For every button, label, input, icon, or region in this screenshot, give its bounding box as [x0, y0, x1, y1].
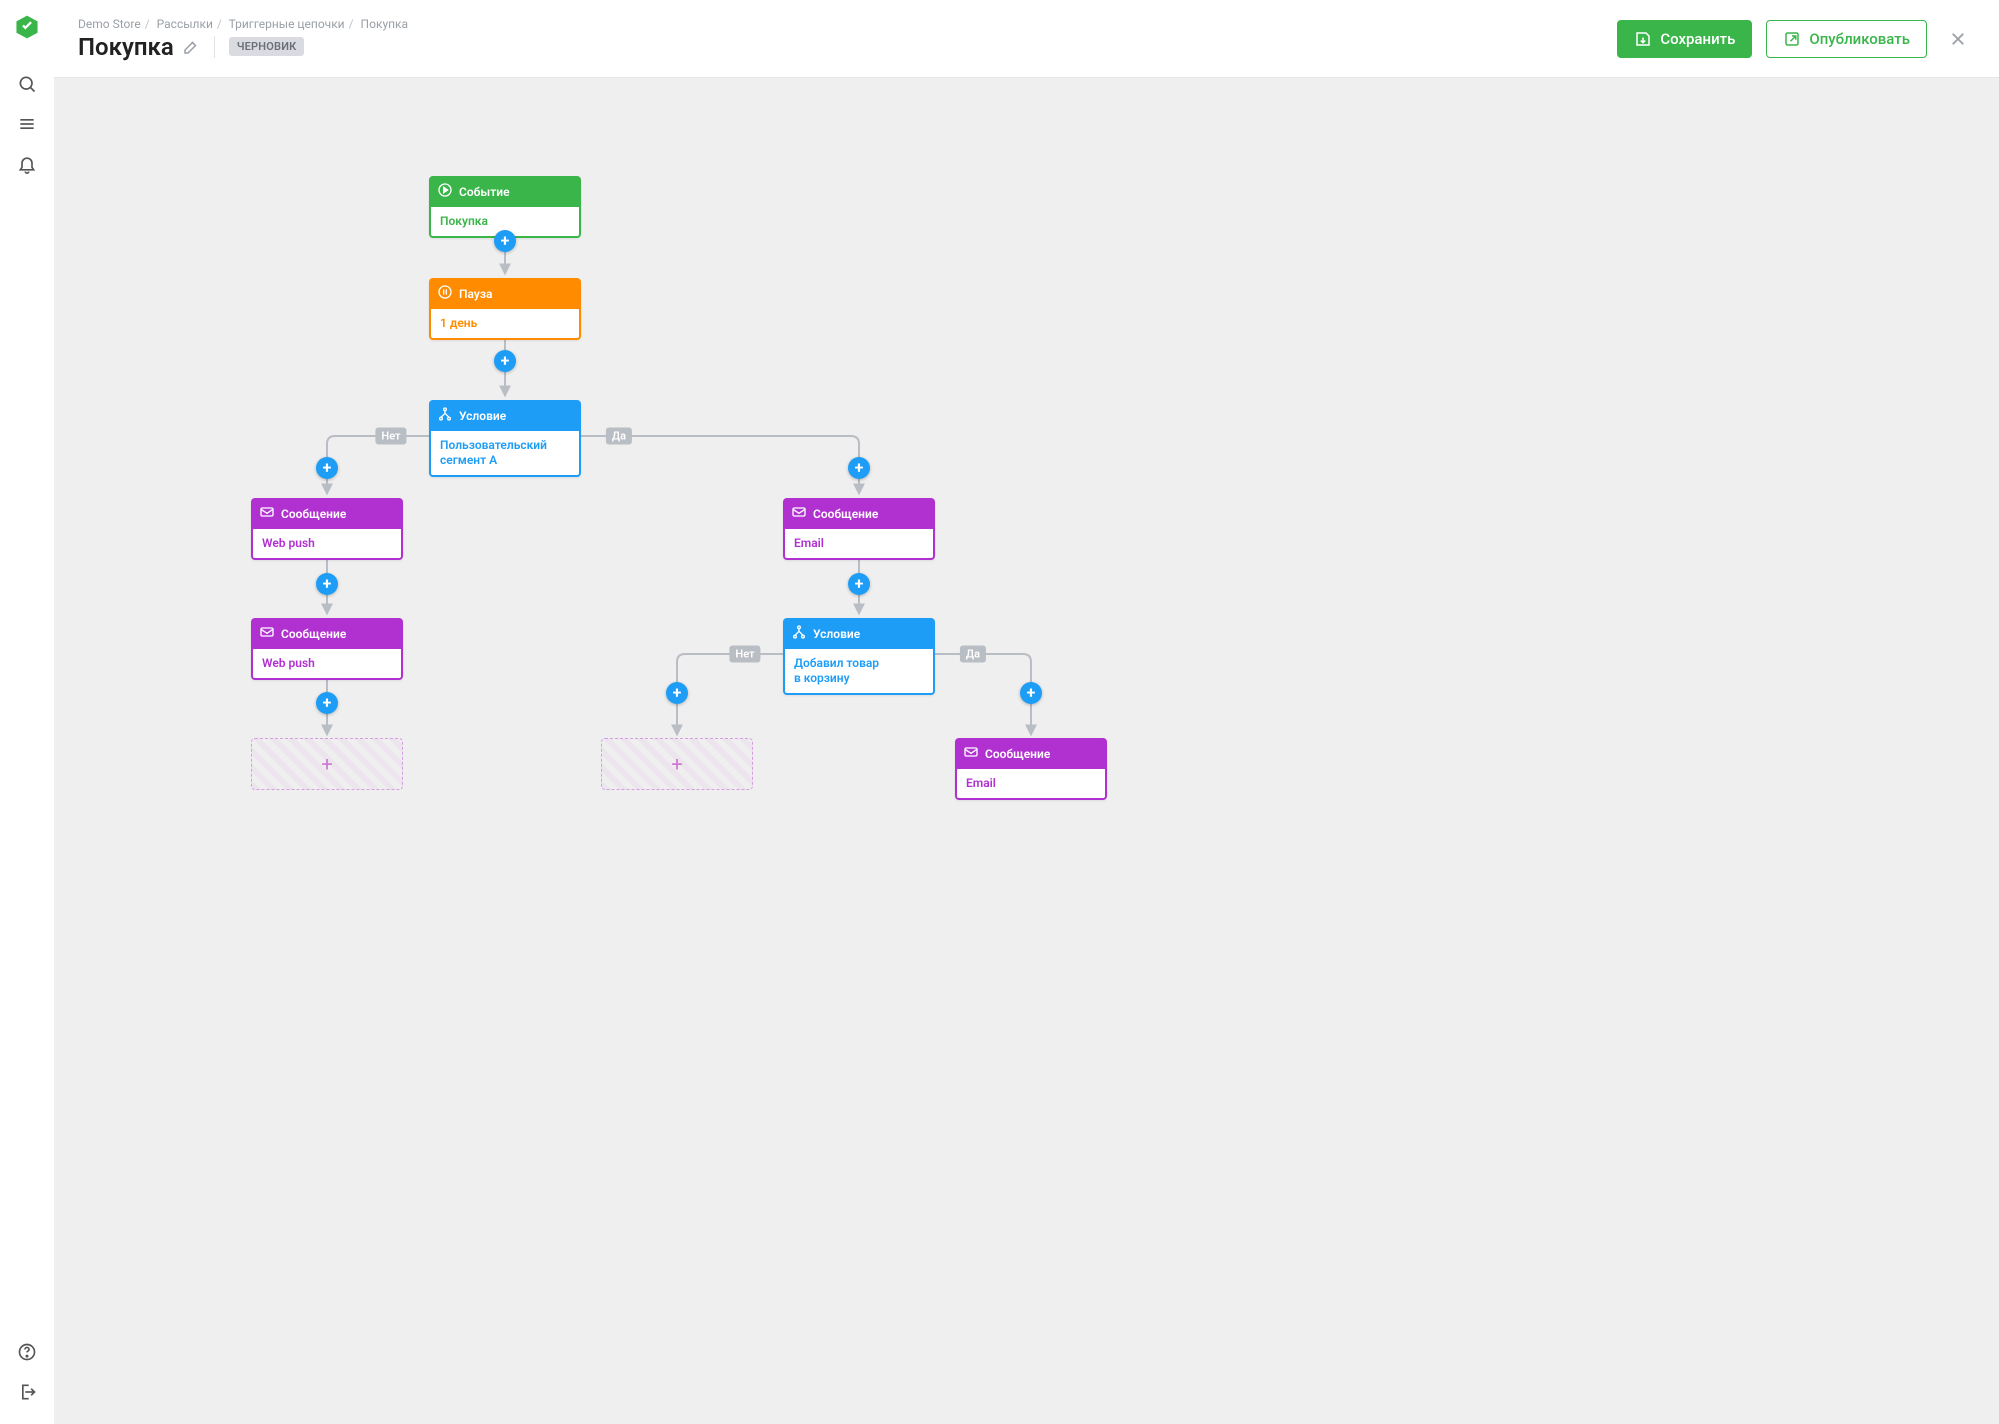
bell-icon[interactable]	[9, 146, 45, 182]
node-body-label: 1 день	[429, 309, 581, 340]
add-node-button[interactable]: +	[316, 457, 338, 479]
node-condition[interactable]: Условие Добавил товар в корзину	[783, 618, 935, 695]
branch-label-yes: Да	[960, 646, 986, 663]
breadcrumb-item: Покупка	[361, 17, 409, 31]
mail-icon	[791, 504, 807, 523]
publish-button[interactable]: Опубликовать	[1766, 20, 1927, 58]
add-node-button[interactable]: +	[848, 573, 870, 595]
add-node-button[interactable]: +	[316, 573, 338, 595]
left-rail	[0, 0, 54, 1424]
breadcrumb: Demo Store/ Рассылки/ Триггерные цепочки…	[78, 17, 1617, 31]
drop-slot[interactable]: +	[601, 738, 753, 790]
pause-icon	[437, 284, 453, 303]
menu-icon[interactable]	[9, 106, 45, 142]
node-body-label: Email	[783, 529, 935, 560]
app-logo[interactable]	[14, 14, 40, 40]
publish-button-label: Опубликовать	[1809, 30, 1910, 48]
node-body-label: Web push	[251, 649, 403, 680]
drop-slot[interactable]: +	[251, 738, 403, 790]
node-message[interactable]: Сообщение Web push	[251, 618, 403, 680]
mail-icon	[963, 744, 979, 763]
help-icon[interactable]	[9, 1334, 45, 1370]
node-head-label: Сообщение	[813, 507, 878, 521]
workflow-canvas[interactable]: Нет Да Нет Да Событие Покупка Пауза 1 де…	[54, 78, 1999, 1424]
node-message[interactable]: Сообщение Web push	[251, 498, 403, 560]
node-body-label: Пользовательский сегмент A	[429, 431, 581, 477]
node-message[interactable]: Сообщение Email	[955, 738, 1107, 800]
mail-icon	[259, 624, 275, 643]
node-body-label: Web push	[251, 529, 403, 560]
add-node-button[interactable]: +	[1020, 682, 1042, 704]
node-head-label: Сообщение	[281, 627, 346, 641]
branch-label-yes: Да	[606, 428, 632, 445]
node-head-label: Условие	[813, 627, 860, 641]
save-button-label: Сохранить	[1660, 30, 1735, 48]
breadcrumb-item[interactable]: Рассылки	[157, 17, 213, 31]
branch-icon	[437, 406, 453, 425]
node-body-label: Email	[955, 769, 1107, 800]
edit-title-icon[interactable]	[182, 38, 200, 56]
node-body-label: Добавил товар в корзину	[783, 649, 935, 695]
breadcrumb-item[interactable]: Demo Store	[78, 17, 141, 31]
add-node-button[interactable]: +	[666, 682, 688, 704]
node-head-label: Событие	[459, 185, 510, 199]
branch-icon	[791, 624, 807, 643]
add-node-button[interactable]: +	[494, 230, 516, 252]
mail-icon	[259, 504, 275, 523]
node-head-label: Условие	[459, 409, 506, 423]
play-icon	[437, 182, 453, 201]
page-title: Покупка	[78, 33, 174, 61]
status-badge: ЧЕРНОВИК	[229, 37, 305, 56]
add-node-button[interactable]: +	[848, 457, 870, 479]
logout-icon[interactable]	[9, 1374, 45, 1410]
branch-label-no: Нет	[375, 428, 406, 445]
node-pause[interactable]: Пауза 1 день	[429, 278, 581, 340]
save-button[interactable]: Сохранить	[1617, 20, 1752, 58]
breadcrumb-item[interactable]: Триггерные цепочки	[229, 17, 345, 31]
add-node-button[interactable]: +	[316, 692, 338, 714]
node-message[interactable]: Сообщение Email	[783, 498, 935, 560]
node-condition[interactable]: Условие Пользовательский сегмент A	[429, 400, 581, 477]
node-head-label: Сообщение	[281, 507, 346, 521]
node-event[interactable]: Событие Покупка	[429, 176, 581, 238]
node-head-label: Сообщение	[985, 747, 1050, 761]
branch-label-no: Нет	[729, 646, 760, 663]
node-head-label: Пауза	[459, 287, 492, 301]
add-node-button[interactable]: +	[494, 350, 516, 372]
close-icon[interactable]	[1941, 22, 1975, 56]
search-icon[interactable]	[9, 66, 45, 102]
header: Demo Store/ Рассылки/ Триггерные цепочки…	[54, 0, 1999, 78]
